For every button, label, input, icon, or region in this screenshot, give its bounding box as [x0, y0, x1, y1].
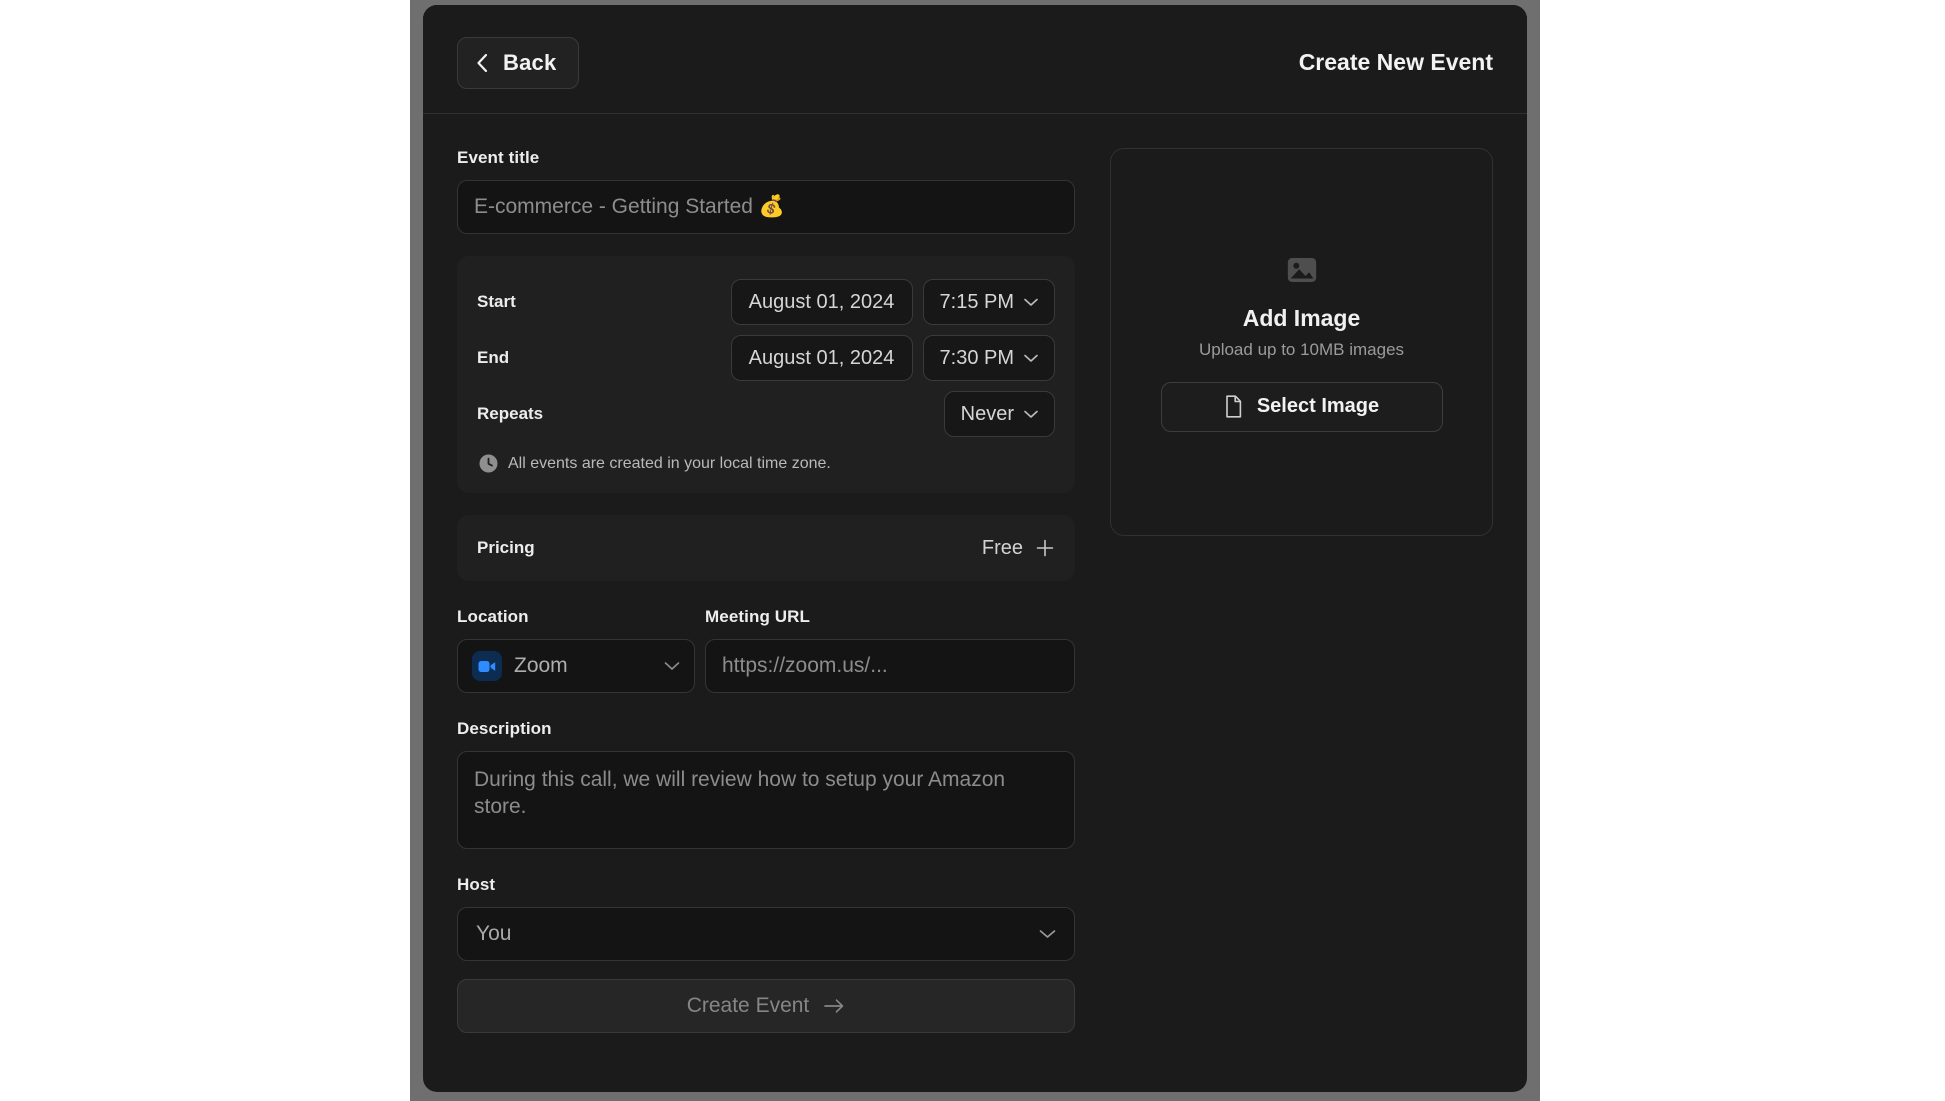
- description-textarea[interactable]: During this call, we will review how to …: [457, 751, 1075, 849]
- repeats-select[interactable]: Never: [943, 391, 1055, 437]
- plus-icon[interactable]: [1035, 538, 1055, 558]
- schedule-card: Start August 01, 2024 7:15 PM End August…: [457, 256, 1075, 493]
- start-date-value: August 01, 2024: [748, 290, 895, 313]
- end-time-value: 7:30 PM: [939, 346, 1014, 369]
- back-button[interactable]: Back: [457, 37, 580, 89]
- chevron-down-icon: [1024, 354, 1038, 363]
- meeting-url-field: Meeting URL https://zoom.us/...: [705, 607, 1075, 693]
- back-button-label: Back: [503, 50, 557, 75]
- timezone-note-text: All events are created in your local tim…: [508, 454, 831, 472]
- host-select[interactable]: You: [457, 907, 1075, 961]
- end-row: End August 01, 2024 7:30 PM: [477, 330, 1055, 386]
- chevron-down-icon: [1039, 929, 1056, 939]
- start-label: Start: [477, 292, 516, 311]
- add-image-subtitle: Upload up to 10MB images: [1198, 339, 1405, 359]
- pricing-value: Free: [981, 536, 1023, 559]
- pricing-value-group: Free: [982, 537, 1055, 560]
- select-image-label: Select Image: [1256, 395, 1380, 417]
- meeting-url-label: Meeting URL: [705, 607, 810, 626]
- repeats-row: Repeats Never: [477, 386, 1055, 442]
- timezone-note: All events are created in your local tim…: [477, 442, 1055, 477]
- file-icon: [1224, 395, 1243, 418]
- select-image-button[interactable]: Select Image: [1160, 381, 1443, 432]
- zoom-icon: [472, 651, 502, 681]
- repeats-label: Repeats: [477, 404, 544, 423]
- modal-body: Event title E-commerce - Getting Started…: [423, 114, 1527, 1092]
- add-image-panel[interactable]: Add Image Upload up to 10MB images Selec…: [1110, 148, 1493, 536]
- event-title-label: Event title: [457, 148, 540, 167]
- description-label: Description: [457, 719, 552, 738]
- end-label: End: [477, 348, 510, 367]
- chevron-down-icon: [1024, 410, 1038, 419]
- page-root: Back Create New Event Event title E-comm…: [0, 0, 1945, 1101]
- pricing-row[interactable]: Pricing Free: [457, 515, 1075, 581]
- location-field: Location Zoom: [457, 607, 695, 693]
- arrow-right-icon: [823, 998, 845, 1014]
- host-value: You: [476, 922, 512, 945]
- description-placeholder: During this call, we will review how to …: [474, 768, 1006, 819]
- start-row: Start August 01, 2024 7:15 PM: [477, 274, 1055, 330]
- image-icon: [1285, 253, 1319, 287]
- chevron-left-icon: [474, 52, 491, 74]
- add-image-title: Add Image: [1242, 304, 1361, 331]
- image-column: Add Image Upload up to 10MB images Selec…: [1110, 148, 1493, 1092]
- end-date-button[interactable]: August 01, 2024: [730, 335, 913, 381]
- form-column: Event title E-commerce - Getting Started…: [457, 148, 1075, 1092]
- location-label: Location: [457, 607, 529, 626]
- end-time-select[interactable]: 7:30 PM: [922, 335, 1055, 381]
- location-url-row: Location Zoom Meeting URL https://zoom.u…: [457, 607, 1075, 693]
- start-time-select[interactable]: 7:15 PM: [922, 279, 1055, 325]
- create-event-label: Create Event: [686, 994, 810, 1017]
- meeting-url-input[interactable]: https://zoom.us/...: [705, 639, 1075, 693]
- event-title-placeholder: E-commerce - Getting Started 💰: [474, 195, 785, 218]
- create-event-button[interactable]: Create Event: [457, 979, 1075, 1033]
- modal-header: Back Create New Event: [423, 5, 1527, 114]
- page-title: Create New Event: [1298, 49, 1493, 75]
- event-title-input[interactable]: E-commerce - Getting Started 💰: [457, 180, 1075, 234]
- chevron-down-icon: [664, 661, 680, 671]
- location-select[interactable]: Zoom: [457, 639, 695, 693]
- end-date-value: August 01, 2024: [748, 346, 895, 369]
- location-value: Zoom: [514, 654, 568, 677]
- clock-icon: [479, 454, 498, 473]
- host-label: Host: [457, 875, 496, 894]
- chevron-down-icon: [1024, 298, 1038, 307]
- start-date-button[interactable]: August 01, 2024: [730, 279, 913, 325]
- start-time-value: 7:15 PM: [939, 290, 1014, 313]
- create-event-modal: Back Create New Event Event title E-comm…: [423, 5, 1527, 1092]
- pricing-label: Pricing: [477, 538, 535, 557]
- repeats-value: Never: [960, 402, 1014, 425]
- meeting-url-placeholder: https://zoom.us/...: [722, 654, 888, 677]
